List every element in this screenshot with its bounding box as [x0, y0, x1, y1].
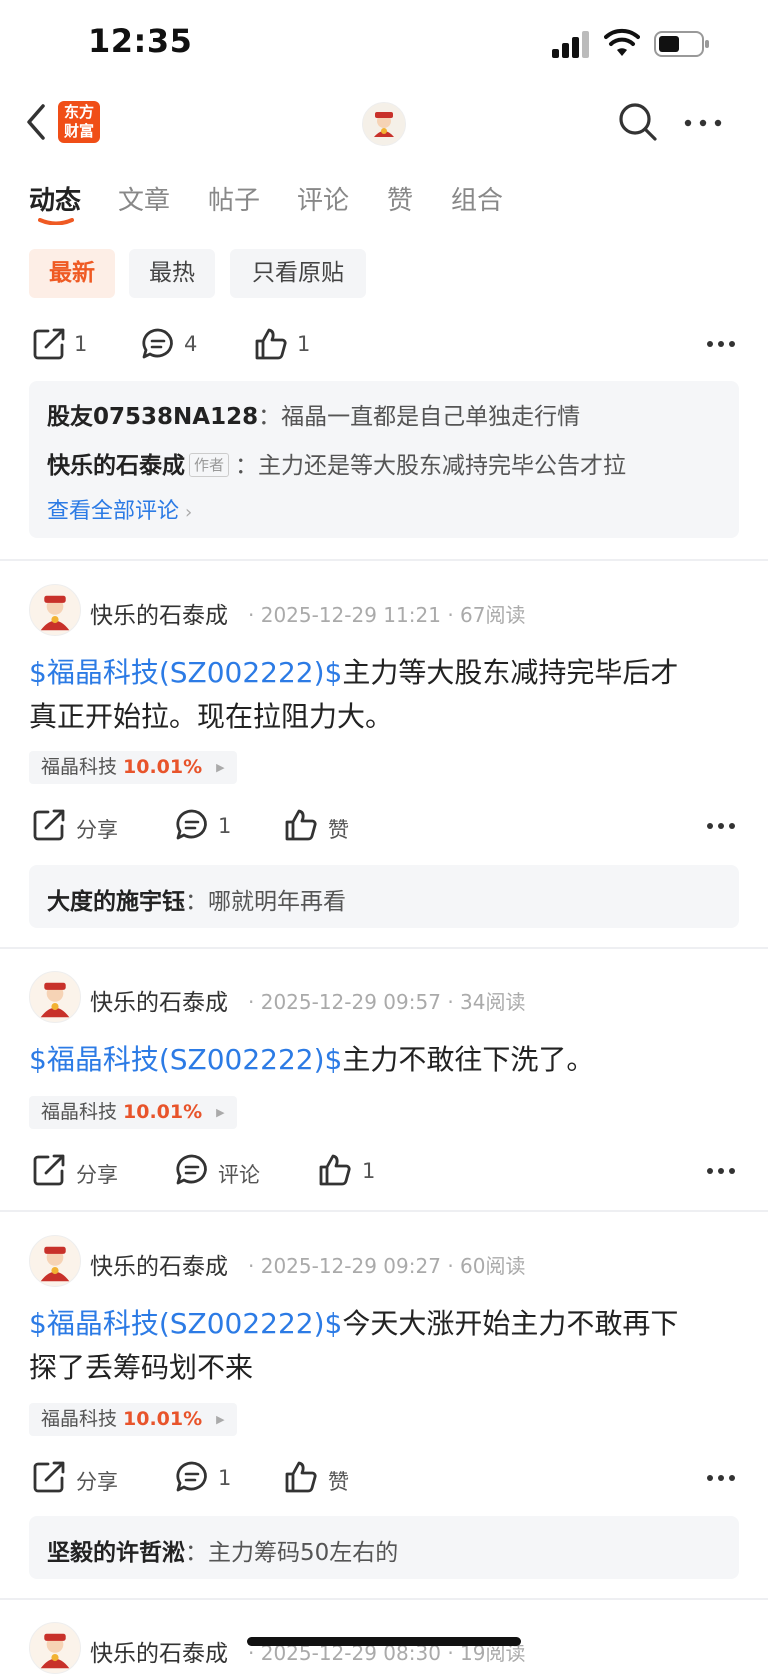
- comment-line: 大度的施宇钰：哪就明年再看: [47, 889, 346, 915]
- comment-text: 主力还是等大股东减持完毕公告才拉: [258, 453, 627, 479]
- view-all-comments-link[interactable]: 查看全部评论 ›: [47, 493, 192, 525]
- filter-hot[interactable]: 最热: [129, 249, 215, 298]
- like-label: 赞: [328, 1470, 349, 1494]
- stock-link[interactable]: $福晶科技(SZ002222)$: [29, 1043, 342, 1076]
- fortune-god-icon: [40, 1246, 70, 1282]
- tab-dynamics[interactable]: 动态: [29, 180, 81, 217]
- post-meta: · 2025-12-29 09:27 · 60阅读: [248, 1254, 526, 1278]
- stock-tag[interactable]: 福晶科技 10.01% ▶: [29, 1403, 237, 1436]
- post-meta: · 2025-12-29 09:57 · 34阅读: [248, 990, 526, 1014]
- comment-icon[interactable]: [175, 808, 209, 842]
- like-count: 1: [362, 1159, 376, 1183]
- chevron-right-icon: ›: [185, 502, 193, 523]
- divider: [0, 947, 768, 949]
- app-logo[interactable]: 东方财富: [58, 101, 100, 143]
- share-icon[interactable]: [32, 327, 66, 361]
- comment-icon[interactable]: [175, 1460, 209, 1494]
- more-icon[interactable]: [683, 118, 723, 128]
- post-author-name[interactable]: 快乐的石泰成: [90, 983, 228, 1017]
- comment-count: 4: [184, 332, 198, 356]
- cellular-signal-icon: [552, 30, 592, 58]
- tab-articles[interactable]: 文章: [118, 180, 170, 217]
- fortune-god-icon: [40, 595, 70, 631]
- tab-posts[interactable]: 帖子: [208, 180, 260, 217]
- comment-line: 坚毅的许哲淞：主力筹码50左右的: [47, 1540, 399, 1566]
- post-content[interactable]: $福晶科技(SZ002222)$主力等大股东减持完毕后才 真正开始拉。现在拉阻力大…: [29, 651, 739, 739]
- post-author-avatar[interactable]: [29, 1235, 81, 1287]
- post-more-icon[interactable]: [706, 822, 736, 830]
- post-author-name[interactable]: 快乐的石泰成: [90, 1634, 228, 1668]
- filter-latest[interactable]: 最新: [29, 249, 115, 298]
- back-arrow-icon[interactable]: [24, 102, 48, 142]
- post-author-avatar[interactable]: [29, 584, 81, 636]
- comment-label: 评论: [218, 1163, 260, 1187]
- share-count: 1: [74, 332, 88, 356]
- comment-text: 哪就明年再看: [208, 889, 346, 915]
- post-more-icon[interactable]: [706, 340, 736, 348]
- comment-line: 快乐的石泰成 作者 ：主力还是等大股东减持完毕公告才拉: [47, 453, 627, 479]
- comment-line: 股友07538NA128：福晶一直都是自己单独走行情: [47, 404, 581, 430]
- stock-link[interactable]: $福晶科技(SZ002222)$: [29, 656, 342, 689]
- fortune-god-icon: [40, 982, 70, 1018]
- comment-user[interactable]: 快乐的石泰成: [47, 453, 185, 479]
- user-avatar[interactable]: [362, 102, 406, 146]
- tab-portfolio[interactable]: 组合: [451, 180, 503, 217]
- like-label: 赞: [328, 818, 349, 842]
- wifi-icon: [604, 28, 640, 56]
- tab-comments[interactable]: 评论: [297, 180, 349, 217]
- share-label: 分享: [76, 818, 118, 842]
- like-count: 1: [297, 332, 311, 356]
- comment-icon[interactable]: [141, 327, 175, 361]
- status-time: 12:35: [88, 22, 193, 60]
- comment-user[interactable]: 大度的施宇钰: [47, 889, 185, 915]
- fortune-god-icon: [40, 1633, 70, 1669]
- post-more-icon[interactable]: [706, 1167, 736, 1175]
- share-icon[interactable]: [32, 1460, 66, 1494]
- comment-count: 1: [218, 814, 232, 838]
- filter-original-only[interactable]: 只看原贴: [230, 249, 366, 298]
- battery-icon: [654, 31, 709, 57]
- comment-count: 1: [218, 1466, 232, 1490]
- comment-preview-box[interactable]: 股友07538NA128：福晶一直都是自己单独走行情 快乐的石泰成 作者 ：主力还是…: [29, 381, 739, 538]
- comment-preview-box[interactable]: 大度的施宇钰：哪就明年再看: [29, 865, 739, 928]
- post-content[interactable]: $福晶科技(SZ002222)$主力不敢往下洗了。: [29, 1038, 739, 1082]
- like-icon[interactable]: [254, 327, 288, 361]
- post-meta: · 2025-12-29 11:21 · 67阅读: [248, 603, 526, 627]
- comment-icon[interactable]: [175, 1153, 209, 1187]
- fortune-god-icon: [374, 112, 394, 137]
- share-label: 分享: [76, 1470, 118, 1494]
- post-more-icon[interactable]: [706, 1474, 736, 1482]
- share-icon[interactable]: [32, 808, 66, 842]
- like-icon[interactable]: [318, 1153, 352, 1187]
- play-triangle-icon: ▶: [216, 1413, 225, 1426]
- post-author-name[interactable]: 快乐的石泰成: [90, 596, 228, 630]
- comment-preview-box[interactable]: 坚毅的许哲淞：主力筹码50左右的: [29, 1516, 739, 1579]
- comment-text: 主力筹码50左右的: [208, 1540, 399, 1566]
- stock-link[interactable]: $福晶科技(SZ002222)$: [29, 1307, 342, 1340]
- post-author-avatar[interactable]: [29, 1622, 81, 1674]
- stock-tag[interactable]: 福晶科技 10.01% ▶: [29, 751, 237, 784]
- play-triangle-icon: ▶: [216, 761, 225, 774]
- comment-text: 福晶一直都是自己单独走行情: [281, 404, 581, 430]
- post-author-name[interactable]: 快乐的石泰成: [90, 1247, 228, 1281]
- divider: [0, 1210, 768, 1212]
- post-content[interactable]: $福晶科技(SZ002222)$今天大涨开始主力不敢再下 探了丢筹码划不来: [29, 1302, 739, 1390]
- comment-user[interactable]: 股友07538NA128: [47, 404, 258, 430]
- home-indicator[interactable]: [247, 1637, 521, 1646]
- tab-likes[interactable]: 赞: [387, 180, 413, 217]
- like-icon[interactable]: [284, 1460, 318, 1494]
- author-badge: 作者: [189, 453, 230, 477]
- play-triangle-icon: ▶: [216, 1106, 225, 1119]
- share-label: 分享: [76, 1163, 118, 1187]
- divider: [0, 1598, 768, 1600]
- share-icon[interactable]: [32, 1153, 66, 1187]
- stock-tag[interactable]: 福晶科技 10.01% ▶: [29, 1096, 237, 1129]
- post-author-avatar[interactable]: [29, 971, 81, 1023]
- search-icon[interactable]: [618, 102, 658, 142]
- divider: [0, 559, 768, 561]
- like-icon[interactable]: [284, 808, 318, 842]
- comment-user[interactable]: 坚毅的许哲淞: [47, 1540, 185, 1566]
- active-tab-indicator: [38, 218, 74, 225]
